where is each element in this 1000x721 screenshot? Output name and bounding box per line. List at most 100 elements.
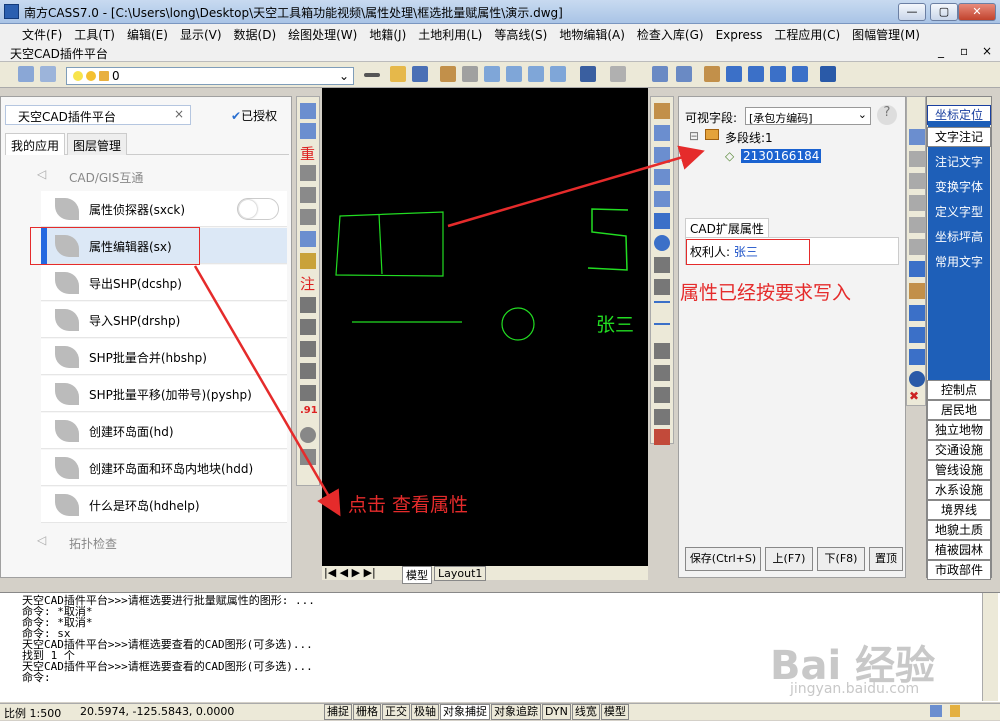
tool-icon[interactable] (300, 341, 316, 357)
minimize-button[interactable]: — (898, 3, 926, 21)
tool-icon[interactable] (654, 169, 670, 185)
help-icon[interactable]: ? (877, 105, 897, 125)
tool-icon[interactable] (300, 165, 316, 181)
pencil-icon[interactable] (440, 66, 456, 82)
tab-nav-icons[interactable]: |◀ ◀ ▶ ▶| (324, 566, 376, 579)
tool-icon[interactable] (654, 343, 670, 359)
tool-icon[interactable] (300, 209, 316, 225)
tool-icon[interactable] (300, 449, 316, 465)
note-char-tool[interactable]: 注 (300, 273, 316, 293)
tool-icon[interactable] (654, 103, 670, 119)
tool-icon[interactable] (909, 305, 925, 321)
tool-icon[interactable] (300, 385, 316, 401)
ortho-toggle[interactable]: 正交 (382, 704, 410, 720)
zoom-realtime-icon[interactable] (484, 66, 500, 82)
maximize-button[interactable]: ▢ (930, 3, 958, 21)
text-menu-item[interactable]: 坐标坪高 (927, 228, 991, 245)
tab-model[interactable]: 模型 (402, 566, 432, 584)
feature-category[interactable]: 境界线 (927, 500, 991, 520)
tool-icon[interactable] (909, 239, 925, 255)
osnap-toggle[interactable]: 对象捕捉 (440, 704, 490, 720)
menu-item[interactable]: 工程应用(C) (768, 24, 846, 45)
layer-state-icon[interactable] (40, 66, 56, 82)
list-item[interactable]: 什么是环岛(hdhelp) (41, 487, 287, 523)
fillet-icon[interactable] (654, 409, 670, 425)
tool-icon[interactable] (300, 363, 316, 379)
dyn-toggle[interactable]: DYN (542, 704, 571, 720)
undo-icon[interactable] (580, 66, 596, 82)
linetype-icon[interactable] (364, 73, 380, 77)
tree-root[interactable]: 多段线:1 (725, 129, 773, 146)
feature-category[interactable]: 水系设施 (927, 480, 991, 500)
lineweight-toggle[interactable]: 线宽 (571, 704, 600, 720)
tool-icon[interactable] (300, 123, 316, 139)
circle-tool-icon[interactable] (300, 427, 316, 443)
tool-icon[interactable] (909, 349, 925, 365)
line-edit-icon[interactable] (770, 66, 786, 82)
feature-category[interactable]: 居民地 (927, 400, 991, 420)
doc-close-icon[interactable]: × (982, 44, 992, 58)
draw-icon[interactable] (704, 66, 720, 82)
explode-icon[interactable] (654, 429, 670, 445)
tool-icon[interactable] (654, 365, 670, 381)
cad-shape-five[interactable] (587, 208, 629, 271)
text-menu-item[interactable]: 变换字体 (927, 178, 991, 195)
tool-icon[interactable] (909, 217, 925, 233)
list-item[interactable]: 创建环岛面和环岛内地块(hdd) (41, 450, 287, 486)
trim-icon[interactable] (654, 301, 670, 303)
save-icon[interactable] (412, 66, 428, 82)
layer-select[interactable]: 0 ⌄ (66, 67, 354, 85)
feature-category[interactable]: 管线设施 (927, 460, 991, 480)
toggle-switch[interactable] (237, 198, 279, 220)
zoom-window-icon[interactable] (506, 66, 522, 82)
collapse-icon[interactable]: ⊟ (689, 129, 699, 143)
mirror-icon[interactable] (654, 147, 670, 163)
tab-layer-manager[interactable]: 图层管理 (67, 133, 128, 155)
menu-item[interactable]: 检查入库(G) (631, 24, 710, 45)
heavy-char-tool[interactable]: 重 (300, 143, 316, 163)
list-item[interactable]: 导出SHP(dcshp) (41, 265, 287, 301)
cad-circle[interactable] (501, 307, 535, 341)
properties-icon[interactable] (652, 66, 668, 82)
visible-field-select[interactable]: [承包方编码] ⌄ (745, 107, 871, 125)
menu-item[interactable]: 数据(D) (228, 24, 283, 45)
command-scrollbar[interactable] (982, 593, 998, 701)
tab-my-apps[interactable]: 我的应用 (5, 133, 66, 155)
tool-icon[interactable] (909, 283, 925, 299)
feature-category[interactable]: 独立地物 (927, 420, 991, 440)
list-item[interactable]: 导入SHP(drshp) (41, 302, 287, 338)
tray-icon[interactable] (930, 705, 942, 717)
open-icon[interactable] (390, 66, 406, 82)
layers-icon[interactable] (18, 66, 34, 82)
tool-icon[interactable] (909, 261, 925, 277)
grid-icon[interactable] (676, 66, 692, 82)
tool-icon[interactable] (300, 187, 316, 203)
tool-icon[interactable] (300, 103, 316, 119)
save-button[interactable]: 保存(Ctrl+S) (685, 547, 761, 571)
prev-button[interactable]: 上(F7) (765, 547, 813, 571)
lock-icon[interactable] (950, 705, 960, 717)
array-icon[interactable] (654, 191, 670, 207)
delete-icon[interactable]: ✖ (909, 389, 925, 405)
edit-icon[interactable] (462, 66, 478, 82)
node-icon[interactable] (748, 66, 764, 82)
menu-item[interactable]: 地物编辑(A) (553, 24, 631, 45)
section-topology[interactable]: 拓扑检查 (69, 535, 117, 552)
menu-item[interactable]: 绘图处理(W) (282, 24, 363, 45)
top-button[interactable]: 置顶 (869, 547, 903, 571)
menu-item[interactable]: 工具(T) (68, 24, 121, 45)
feature-category[interactable]: 植被园林 (927, 540, 991, 560)
help-icon[interactable] (820, 66, 836, 82)
polyline-parcel[interactable] (335, 211, 444, 277)
section-cad-gis[interactable]: CAD/GIS互通 (69, 169, 143, 186)
text-menu-item[interactable]: 注记文字 (927, 153, 991, 170)
next-button[interactable]: 下(F8) (817, 547, 865, 571)
move-icon[interactable] (654, 213, 670, 229)
list-item[interactable]: 创建环岛面(hd) (41, 413, 287, 449)
model-toggle[interactable]: 模型 (600, 704, 629, 720)
tool-icon[interactable] (300, 319, 316, 335)
menu-item[interactable]: 地籍(J) (363, 24, 412, 45)
menu-item[interactable]: 土地利用(L) (412, 24, 488, 45)
feature-category[interactable]: 地貌土质 (927, 520, 991, 540)
menu-item[interactable]: 编辑(E) (121, 24, 174, 45)
